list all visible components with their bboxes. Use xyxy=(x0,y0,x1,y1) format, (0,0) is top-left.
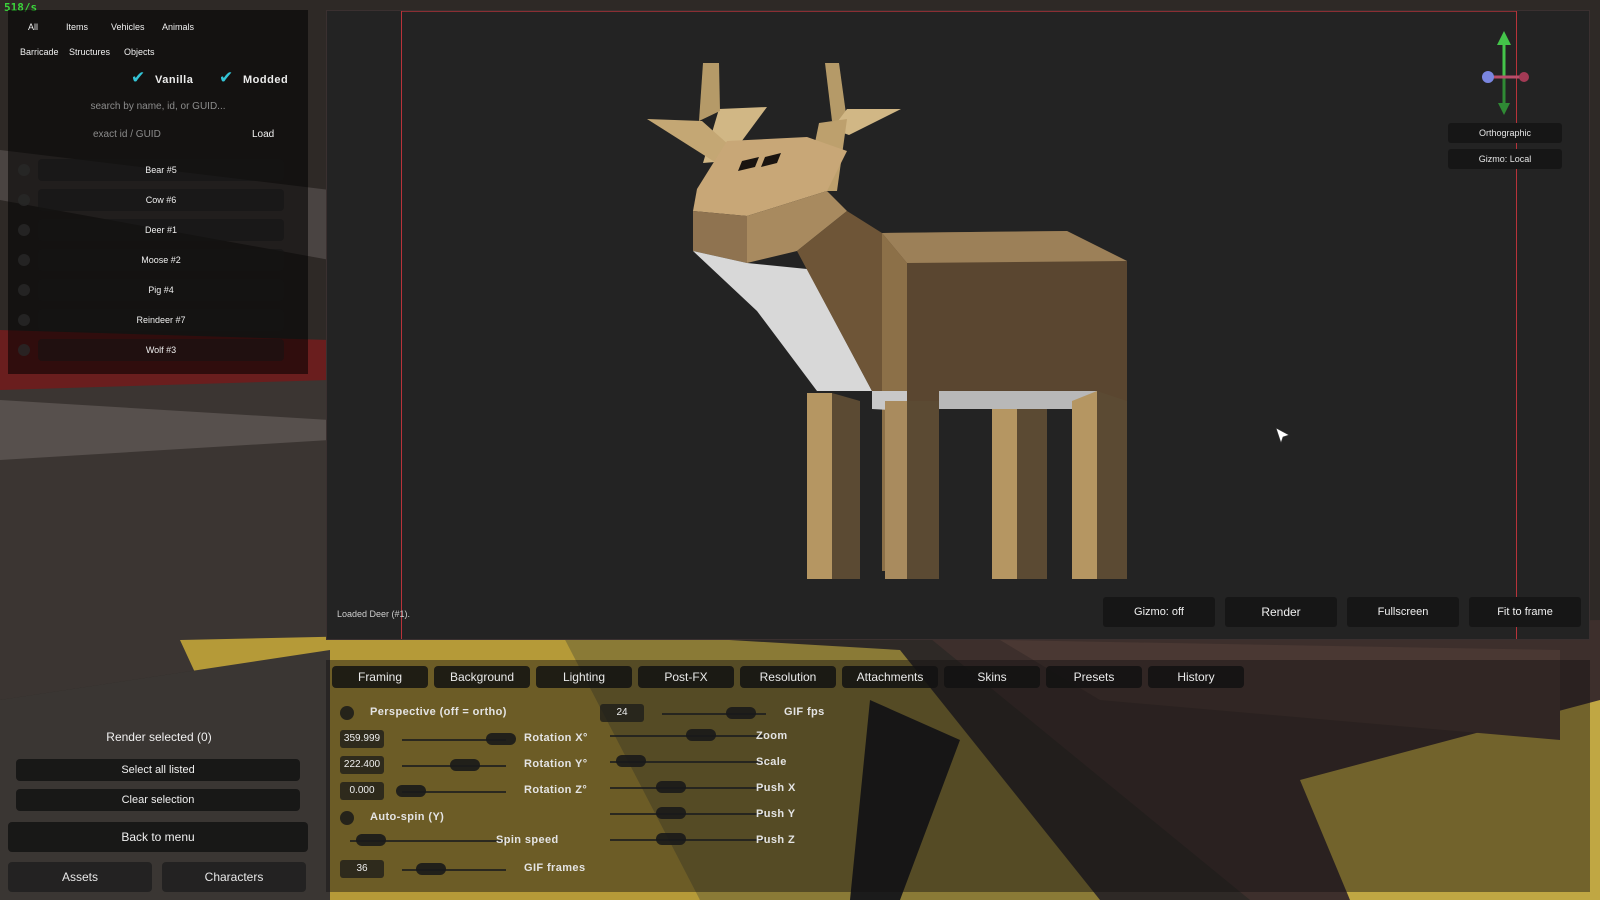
scale-thumb[interactable] xyxy=(616,755,646,767)
tab-post-fx[interactable]: Post-FX xyxy=(638,666,734,688)
rotation-y-value[interactable]: 222.400 xyxy=(340,756,384,774)
load-button[interactable]: Load xyxy=(252,125,274,145)
auto-spin-label: Auto-spin (Y) xyxy=(370,811,445,823)
select-all-button[interactable]: Select all listed xyxy=(16,759,300,781)
gif-frames-label: GIF frames xyxy=(524,862,586,874)
check-icon: ✔ xyxy=(131,68,146,87)
tab-history[interactable]: History xyxy=(1148,666,1244,688)
push-x-label: Push X xyxy=(756,782,796,794)
fullscreen-button[interactable]: Fullscreen xyxy=(1347,597,1459,627)
tab-skins[interactable]: Skins xyxy=(944,666,1040,688)
category-vehicles[interactable]: Vehicles xyxy=(111,22,145,32)
push-z-thumb[interactable] xyxy=(656,833,686,845)
gif-fps-value[interactable]: 24 xyxy=(600,704,644,722)
render-button[interactable]: Render xyxy=(1225,597,1337,627)
tab-characters[interactable]: Characters xyxy=(162,862,306,892)
list-item[interactable]: Pig #4 xyxy=(38,279,284,301)
tab-framing[interactable]: Framing xyxy=(332,666,428,688)
select-dot[interactable] xyxy=(18,314,30,326)
gizmo-off-button[interactable]: Gizmo: off xyxy=(1103,597,1215,627)
exact-id-input[interactable]: exact id / GUID xyxy=(20,125,220,145)
rotation-y-thumb[interactable] xyxy=(450,759,480,771)
category-objects[interactable]: Objects xyxy=(124,47,155,57)
rotation-y-label: Rotation Y° xyxy=(524,758,588,770)
perspective-label: Perspective (off = ortho) xyxy=(370,706,507,718)
vanilla-checkbox[interactable]: ✔ Vanilla xyxy=(131,68,194,87)
gif-fps-thumb[interactable] xyxy=(726,707,756,719)
list-item[interactable]: Reindeer #7 xyxy=(38,309,284,331)
tab-assets[interactable]: Assets xyxy=(8,862,152,892)
zoom-label: Zoom xyxy=(756,730,788,742)
rotation-x-label: Rotation X° xyxy=(524,732,588,744)
rotation-x-value[interactable]: 359.999 xyxy=(340,730,384,748)
fit-to-frame-button[interactable]: Fit to frame xyxy=(1469,597,1581,627)
list-item[interactable]: Moose #2 xyxy=(38,249,284,271)
category-animals[interactable]: Animals xyxy=(162,22,194,32)
render-viewport[interactable]: Orthographic Gizmo: Local Loaded Deer (#… xyxy=(326,10,1590,640)
check-icon: ✔ xyxy=(219,68,234,87)
render-selected-label: Render selected (0) xyxy=(106,730,212,744)
tab-presets[interactable]: Presets xyxy=(1046,666,1142,688)
category-items[interactable]: Items xyxy=(66,22,88,32)
gizmo-local-button[interactable]: Gizmo: Local xyxy=(1448,149,1562,169)
scale-label: Scale xyxy=(756,756,787,768)
select-dot[interactable] xyxy=(18,254,30,266)
push-y-label: Push Y xyxy=(756,808,796,820)
back-to-menu-button[interactable]: Back to menu xyxy=(8,822,308,852)
status-message: Loaded Deer (#1). xyxy=(337,609,411,619)
tab-resolution[interactable]: Resolution xyxy=(740,666,836,688)
select-dot[interactable] xyxy=(18,194,30,206)
modded-checkbox[interactable]: ✔ Modded xyxy=(219,68,289,87)
tab-background[interactable]: Background xyxy=(434,666,530,688)
deer-model xyxy=(647,63,1127,579)
rotation-z-label: Rotation Z° xyxy=(524,784,588,796)
perspective-toggle[interactable] xyxy=(340,706,354,720)
gif-fps-label: GIF fps xyxy=(784,706,825,718)
push-z-slider[interactable] xyxy=(610,839,764,841)
spin-speed-label: Spin speed xyxy=(496,834,559,846)
gif-frames-thumb[interactable] xyxy=(416,863,446,875)
push-y-slider[interactable] xyxy=(610,813,764,815)
zoom-thumb[interactable] xyxy=(686,729,716,741)
push-z-label: Push Z xyxy=(756,834,796,846)
auto-spin-toggle[interactable] xyxy=(340,811,354,825)
rotation-z-thumb[interactable] xyxy=(396,785,426,797)
category-barricade[interactable]: Barricade xyxy=(20,47,59,57)
list-item[interactable]: Bear #5 xyxy=(38,159,284,181)
vanilla-label: Vanilla xyxy=(155,74,194,86)
rotation-x-thumb[interactable] xyxy=(486,733,516,745)
category-all[interactable]: All xyxy=(28,22,38,32)
list-item[interactable]: Deer #1 xyxy=(38,219,284,241)
select-dot[interactable] xyxy=(18,224,30,236)
list-item[interactable]: Wolf #3 xyxy=(38,339,284,361)
select-dot[interactable] xyxy=(18,284,30,296)
push-x-thumb[interactable] xyxy=(656,781,686,793)
mouse-cursor-icon xyxy=(1275,427,1290,444)
modded-label: Modded xyxy=(243,74,289,86)
spin-speed-thumb[interactable] xyxy=(356,834,386,846)
orthographic-button[interactable]: Orthographic xyxy=(1448,123,1562,143)
axis-gizmo[interactable] xyxy=(1464,27,1544,117)
tab-lighting[interactable]: Lighting xyxy=(536,666,632,688)
push-y-thumb[interactable] xyxy=(656,807,686,819)
settings-panel: Framing Background Lighting Post-FX Reso… xyxy=(326,660,1590,892)
list-item[interactable]: Cow #6 xyxy=(38,189,284,211)
category-structures[interactable]: Structures xyxy=(69,47,110,57)
select-dot[interactable] xyxy=(18,344,30,356)
gif-frames-value[interactable]: 36 xyxy=(340,860,384,878)
clear-selection-button[interactable]: Clear selection xyxy=(16,789,300,811)
tab-attachments[interactable]: Attachments xyxy=(842,666,938,688)
rotation-z-value[interactable]: 0.000 xyxy=(340,782,384,800)
search-input[interactable]: search by name, id, or GUID... xyxy=(20,96,296,118)
push-x-slider[interactable] xyxy=(610,787,764,789)
select-dot[interactable] xyxy=(18,164,30,176)
